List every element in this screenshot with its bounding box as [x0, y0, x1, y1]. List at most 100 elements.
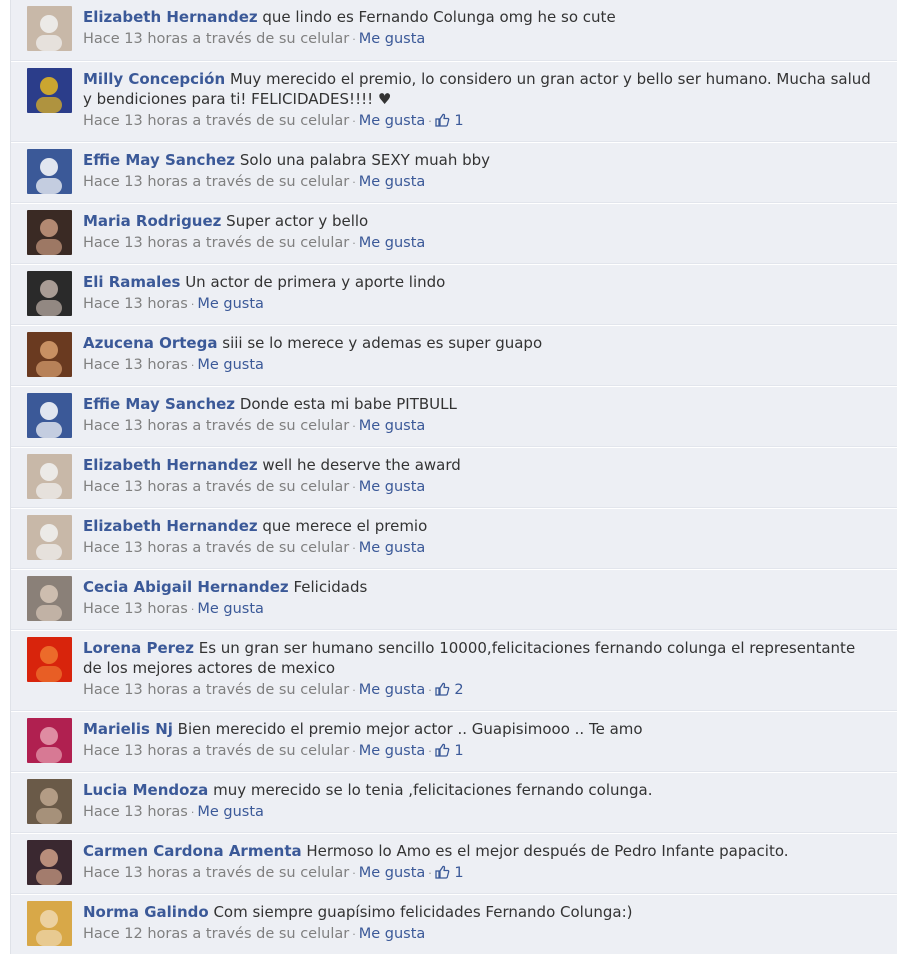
- like-button[interactable]: Me gusta: [197, 296, 264, 312]
- comment-timestamp[interactable]: Hace 12 horas a través de su celular: [83, 926, 349, 942]
- like-button[interactable]: Me gusta: [359, 174, 426, 190]
- comment-item: Eli Ramales Un actor de primera y aporte…: [11, 264, 897, 325]
- like-button[interactable]: Me gusta: [359, 743, 426, 759]
- comment-list: Elizabeth Hernandez que lindo es Fernand…: [11, 0, 897, 954]
- comment-timestamp[interactable]: Hace 13 horas a través de su celular: [83, 113, 349, 129]
- commenter-avatar[interactable]: [27, 901, 72, 946]
- commenter-name-link[interactable]: Effie May Sanchez: [83, 395, 235, 413]
- comment-meta: Hace 13 horas a través de su celular · Me …: [83, 172, 877, 193]
- commenter-avatar[interactable]: [27, 454, 72, 499]
- commenter-avatar[interactable]: [27, 68, 72, 113]
- like-button[interactable]: Me gusta: [197, 804, 264, 820]
- separator-dot: ·: [352, 237, 356, 250]
- commenter-name-link[interactable]: Elizabeth Hernandez: [83, 517, 258, 535]
- comment-timestamp[interactable]: Hace 13 horas: [83, 357, 188, 373]
- commenter-avatar[interactable]: [27, 637, 72, 682]
- separator-dot: ·: [352, 542, 356, 555]
- separator-dot: ·: [190, 806, 195, 819]
- comment-meta: Hace 13 horas a través de su celular · Me …: [83, 741, 877, 763]
- commenter-name-link[interactable]: Eli Ramales: [83, 273, 180, 291]
- like-count-link[interactable]: 1: [435, 865, 464, 881]
- separator-dot: ·: [352, 33, 356, 46]
- comment-timestamp[interactable]: Hace 13 horas a través de su celular: [83, 540, 349, 556]
- commenter-name-link[interactable]: Marielis Nj: [83, 720, 173, 738]
- comment-text: Felicidads: [293, 578, 368, 596]
- commenter-name-link[interactable]: Milly Concepción: [83, 70, 225, 88]
- commenter-avatar[interactable]: [27, 576, 72, 621]
- like-count: 2: [454, 682, 464, 698]
- comment-body: Marielis Nj Bien merecido el premio mejo…: [83, 719, 877, 763]
- like-button[interactable]: Me gusta: [359, 31, 426, 47]
- like-button[interactable]: Me gusta: [359, 113, 426, 129]
- comment-line: Azucena Ortega siii se lo merece y adema…: [83, 333, 877, 353]
- commenter-name-link[interactable]: Elizabeth Hernandez: [83, 456, 258, 474]
- commenter-avatar[interactable]: [27, 840, 72, 885]
- commenter-avatar[interactable]: [27, 149, 72, 194]
- comment-text: Hermoso lo Amo es el mejor después de Pe…: [306, 842, 789, 860]
- comment-text: siii se lo merece y ademas es super guap…: [222, 334, 543, 352]
- like-button[interactable]: Me gusta: [359, 926, 426, 942]
- comment-line: Lucia Mendoza muy merecido se lo tenia ,…: [83, 780, 877, 800]
- commenter-avatar[interactable]: [27, 271, 72, 316]
- like-button[interactable]: Me gusta: [359, 540, 426, 556]
- commenter-name-link[interactable]: Azucena Ortega: [83, 334, 217, 352]
- comment-line: Cecia Abigail Hernandez Felicidads: [83, 577, 877, 597]
- like-button[interactable]: Me gusta: [359, 235, 426, 251]
- comment-item: Elizabeth Hernandez que merece el premio…: [11, 508, 897, 569]
- comment-meta: Hace 13 horas a través de su celular · Me …: [83, 680, 877, 702]
- commenter-avatar[interactable]: [27, 210, 72, 255]
- commenter-avatar[interactable]: [27, 6, 72, 51]
- separator-dot: ·: [428, 115, 432, 128]
- comment-line: Eli Ramales Un actor de primera y aporte…: [83, 272, 877, 292]
- comment-timestamp[interactable]: Hace 13 horas: [83, 296, 188, 312]
- comment-line: Lorena Perez Es un gran ser humano senci…: [83, 638, 877, 678]
- comment-item: Milly Concepción Muy merecido el premio,…: [11, 61, 897, 142]
- separator-dot: ·: [352, 481, 356, 494]
- comment-line: Norma Galindo Com siempre guapísimo feli…: [83, 902, 877, 922]
- comment-timestamp[interactable]: Hace 13 horas a través de su celular: [83, 479, 349, 495]
- commenter-name-link[interactable]: Lorena Perez: [83, 639, 194, 657]
- comment-body: Lorena Perez Es un gran ser humano senci…: [83, 638, 877, 702]
- comment-body: Lucia Mendoza muy merecido se lo tenia ,…: [83, 780, 877, 823]
- like-button[interactable]: Me gusta: [197, 601, 264, 617]
- commenter-name-link[interactable]: Elizabeth Hernandez: [83, 8, 258, 26]
- commenter-name-link[interactable]: Maria Rodriguez: [83, 212, 221, 230]
- comment-timestamp[interactable]: Hace 13 horas a través de su celular: [83, 174, 349, 190]
- commenter-avatar[interactable]: [27, 718, 72, 763]
- comment-timestamp[interactable]: Hace 13 horas: [83, 601, 188, 617]
- comment-body: Elizabeth Hernandez que merece el premio…: [83, 516, 877, 559]
- comment-timestamp[interactable]: Hace 13 horas a través de su celular: [83, 682, 349, 698]
- comment-timestamp[interactable]: Hace 13 horas a través de su celular: [83, 743, 349, 759]
- comment-meta: Hace 13 horas a través de su celular · Me …: [83, 477, 877, 498]
- commenter-avatar[interactable]: [27, 393, 72, 438]
- like-count-link[interactable]: 1: [435, 743, 464, 759]
- like-button[interactable]: Me gusta: [359, 479, 426, 495]
- commenter-name-link[interactable]: Effie May Sanchez: [83, 151, 235, 169]
- separator-dot: ·: [352, 420, 356, 433]
- commenter-name-link[interactable]: Lucia Mendoza: [83, 781, 208, 799]
- comment-timestamp[interactable]: Hace 13 horas: [83, 804, 188, 820]
- comment-meta: Hace 13 horas a través de su celular · Me …: [83, 416, 877, 437]
- comment-timestamp[interactable]: Hace 13 horas a través de su celular: [83, 31, 349, 47]
- comment-timestamp[interactable]: Hace 13 horas a través de su celular: [83, 418, 349, 434]
- commenter-avatar[interactable]: [27, 779, 72, 824]
- commenter-avatar[interactable]: [27, 515, 72, 560]
- comment-text: que merece el premio: [262, 517, 428, 535]
- comment-meta: Hace 13 horas a través de su celular · Me …: [83, 538, 877, 559]
- like-count-link[interactable]: 1: [435, 113, 464, 129]
- commenter-avatar[interactable]: [27, 332, 72, 377]
- comment-item: Elizabeth Hernandez que lindo es Fernand…: [11, 0, 897, 61]
- commenter-name-link[interactable]: Carmen Cardona Armenta: [83, 842, 302, 860]
- commenter-name-link[interactable]: Norma Galindo: [83, 903, 209, 921]
- comment-item: Marielis Nj Bien merecido el premio mejo…: [11, 711, 897, 772]
- like-button[interactable]: Me gusta: [359, 865, 426, 881]
- like-count: 1: [454, 113, 464, 129]
- comment-timestamp[interactable]: Hace 13 horas a través de su celular: [83, 235, 349, 251]
- commenter-name-link[interactable]: Cecia Abigail Hernandez: [83, 578, 289, 596]
- like-button[interactable]: Me gusta: [359, 682, 426, 698]
- like-count-link[interactable]: 2: [435, 682, 464, 698]
- like-button[interactable]: Me gusta: [197, 357, 264, 373]
- comment-timestamp[interactable]: Hace 13 horas a través de su celular: [83, 865, 349, 881]
- comment-body: Elizabeth Hernandez well he deserve the …: [83, 455, 877, 498]
- like-button[interactable]: Me gusta: [359, 418, 426, 434]
